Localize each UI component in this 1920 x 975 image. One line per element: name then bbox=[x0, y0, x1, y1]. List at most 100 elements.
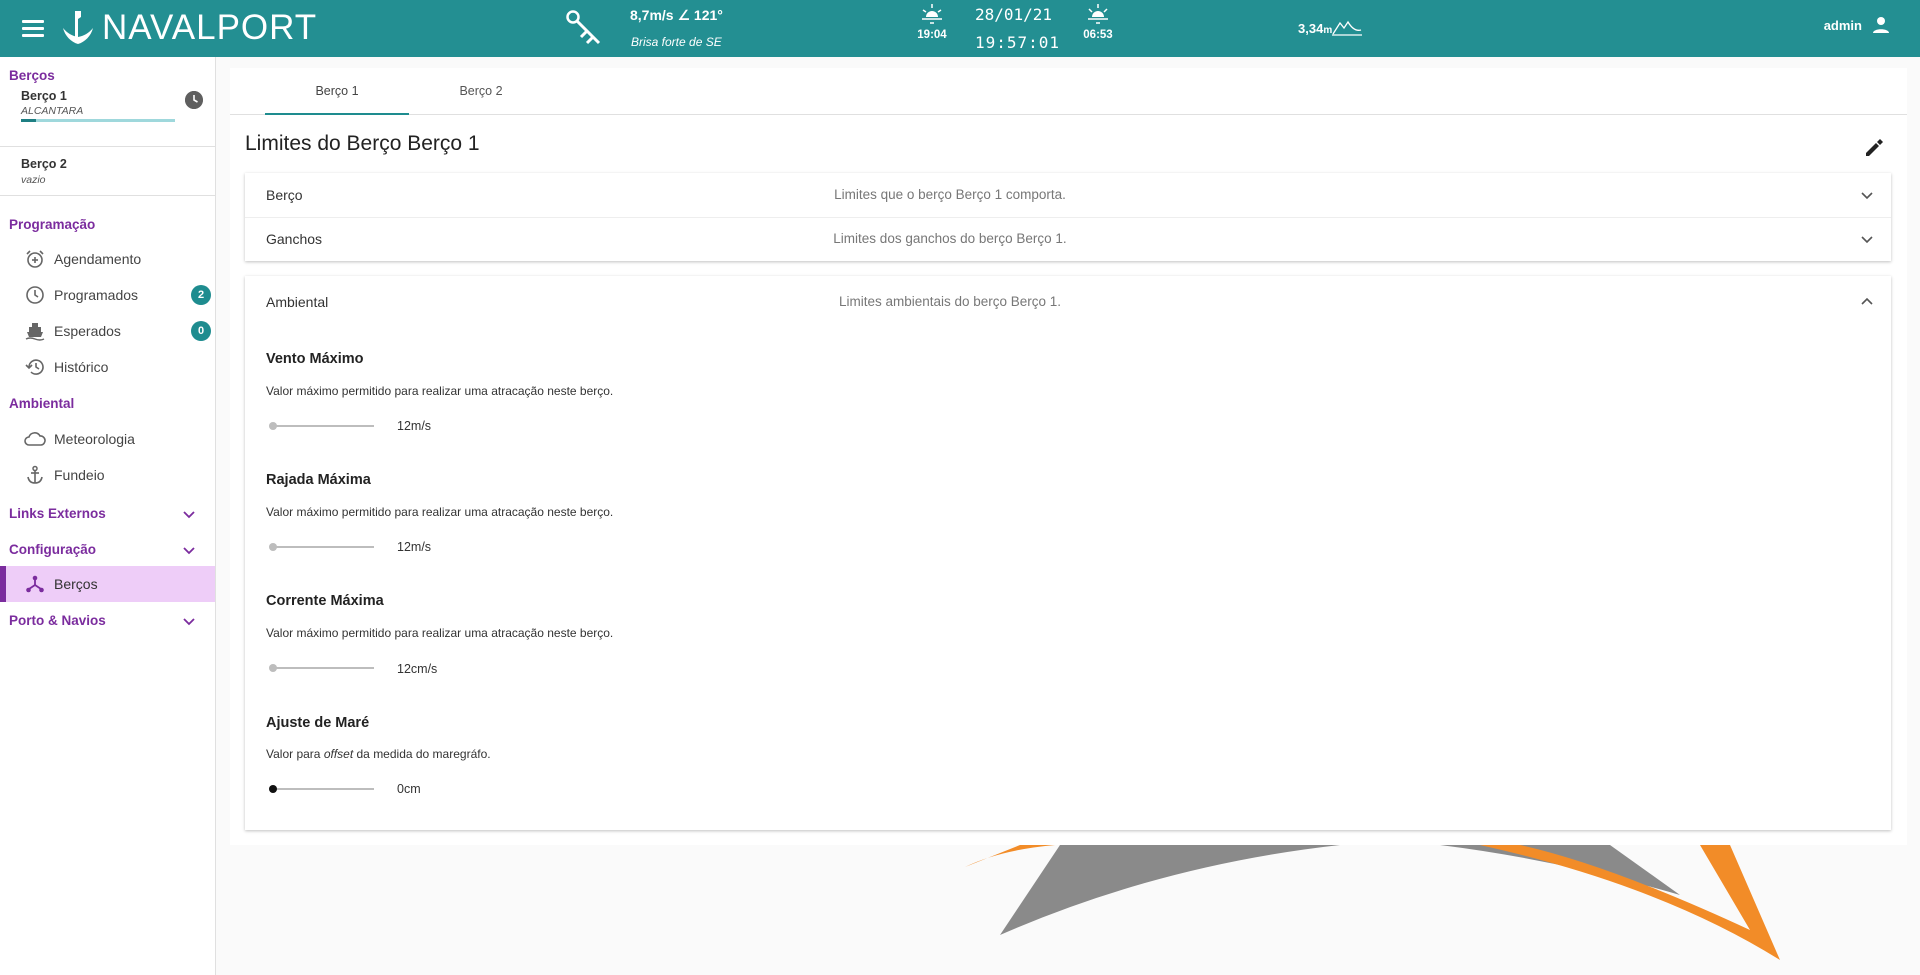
nav-item-meteorologia[interactable]: Meteorologia bbox=[0, 424, 215, 454]
panel-title: Ambiental bbox=[266, 294, 329, 310]
tide-wave-icon bbox=[1332, 20, 1363, 36]
berth-ship: vazio bbox=[21, 174, 46, 186]
slider-value: 12cm/s bbox=[397, 662, 438, 676]
section-title-programacao: Programação bbox=[9, 217, 96, 232]
main-content: Berço 1 Berço 2 Limites do Berço Berço 1… bbox=[230, 68, 1907, 845]
nav-label: Berços bbox=[54, 576, 98, 592]
chevron-down-icon bbox=[1861, 192, 1873, 200]
panel-ganchos[interactable]: Ganchos Limites dos ganchos do berço Ber… bbox=[245, 217, 1891, 261]
limit-description: Valor para offset da medida do maregráfo… bbox=[266, 747, 491, 761]
ship-icon bbox=[24, 320, 46, 342]
tab-berco-1[interactable]: Berço 1 bbox=[265, 68, 409, 115]
cloud-icon bbox=[24, 428, 46, 450]
panel-description: Limites ambientais do berço Berço 1. bbox=[838, 294, 1062, 309]
panel-ambiental[interactable]: Ambiental Limites ambientais do berço Be… bbox=[245, 280, 1891, 324]
wind-description: Brisa forte de SE bbox=[631, 35, 722, 49]
tide-level: 3,34 m bbox=[1298, 18, 1363, 36]
limit-description: Valor máximo permitido para realizar uma… bbox=[266, 384, 614, 398]
nav-item-historico[interactable]: Histórico bbox=[0, 352, 215, 382]
limit-title-rajada: Rajada Máxima bbox=[266, 472, 371, 488]
edit-pencil-icon[interactable] bbox=[1862, 136, 1886, 160]
clock-icon bbox=[24, 284, 46, 306]
sunrise-time: 06:53 bbox=[1083, 29, 1113, 41]
desc-em: offset bbox=[323, 747, 354, 761]
limit-title-vento: Vento Máximo bbox=[266, 351, 364, 367]
desc-pre: Valor para bbox=[266, 747, 324, 761]
chevron-down-icon bbox=[183, 618, 195, 626]
slider-value: 12m/s bbox=[397, 419, 432, 433]
divider bbox=[0, 195, 215, 196]
current-date: 28/01/21 bbox=[975, 5, 1053, 24]
section-title-links-externos: Links Externos bbox=[9, 506, 106, 521]
ajuste-mare-slider[interactable] bbox=[266, 779, 378, 799]
panel-title: Berço bbox=[266, 187, 303, 203]
rajada-maxima-slider[interactable] bbox=[266, 537, 378, 557]
chevron-down-icon bbox=[183, 511, 195, 519]
section-title-bercos: Berços bbox=[9, 68, 55, 83]
vento-maximo-slider[interactable] bbox=[266, 416, 378, 436]
schedule-clock-icon[interactable] bbox=[185, 91, 203, 109]
chevron-up-icon bbox=[1861, 297, 1873, 305]
limit-description: Valor máximo permitido para realizar uma… bbox=[266, 626, 614, 640]
nav-label: Agendamento bbox=[54, 251, 142, 267]
section-title-configuracao: Configuração bbox=[9, 542, 97, 557]
berth-occupancy-bar bbox=[21, 119, 175, 122]
configuracao-toggle[interactable]: Configuração bbox=[0, 539, 215, 563]
anchor-icon bbox=[24, 464, 46, 486]
user-name: admin bbox=[1823, 17, 1862, 33]
nav-label: Esperados bbox=[54, 323, 121, 339]
nav-item-bercos[interactable]: Berços bbox=[0, 566, 215, 602]
sunrise-icon bbox=[1088, 4, 1108, 24]
nav-item-agendamento[interactable]: Agendamento bbox=[0, 244, 215, 274]
tide-unit: m bbox=[1323, 25, 1333, 36]
alarm-add-icon bbox=[24, 248, 46, 270]
nav-label: Histórico bbox=[54, 359, 109, 375]
section-title-porto-navios: Porto & Navios bbox=[9, 613, 106, 628]
limit-title-mare: Ajuste de Maré bbox=[266, 715, 370, 731]
slider-value: 0cm bbox=[397, 782, 421, 796]
sunset-icon bbox=[922, 4, 942, 24]
corrente-maxima-slider[interactable] bbox=[266, 658, 378, 678]
page-title: Limites do Berço Berço 1 bbox=[245, 132, 480, 155]
porto-navios-toggle[interactable]: Porto & Navios bbox=[0, 610, 215, 634]
desc-post: da medida do maregráfo. bbox=[353, 747, 491, 761]
panel-berco[interactable]: Berço Limites que o berço Berço 1 compor… bbox=[245, 173, 1891, 217]
ambiental-panel-card: Ambiental Limites ambientais do berço Be… bbox=[245, 276, 1891, 830]
user-menu[interactable]: admin bbox=[1824, 16, 1890, 34]
berth-item-1[interactable]: Berço 1 ALCANTARA bbox=[0, 83, 215, 143]
section-title-ambiental: Ambiental bbox=[9, 396, 75, 411]
top-app-bar: NAVALPORT 8,7m/s ∠ 121° Brisa forte de S… bbox=[0, 0, 1920, 57]
count-badge: 2 bbox=[191, 285, 211, 305]
sunrise-block: 06:53 bbox=[1078, 3, 1118, 41]
wind-reading: 8,7m/s ∠ 121° bbox=[630, 7, 723, 23]
collapsed-panels-card: Berço Limites que o berço Berço 1 compor… bbox=[245, 173, 1891, 261]
menu-icon[interactable] bbox=[22, 16, 44, 40]
limit-title-corrente: Corrente Máxima bbox=[266, 593, 384, 609]
links-externos-toggle[interactable]: Links Externos bbox=[0, 503, 215, 527]
slider-value: 12m/s bbox=[397, 540, 432, 554]
sunset-time: 19:04 bbox=[917, 29, 947, 41]
tab-berco-2[interactable]: Berço 2 bbox=[409, 68, 553, 114]
nav-label: Programados bbox=[54, 287, 139, 303]
nav-item-fundeio[interactable]: Fundeio bbox=[0, 460, 215, 490]
limit-description: Valor máximo permitido para realizar uma… bbox=[266, 505, 614, 519]
app-logo[interactable]: NAVALPORT bbox=[60, 8, 317, 48]
tide-value: 3,34 bbox=[1298, 21, 1324, 36]
navalport-watermark-logo bbox=[965, 845, 1780, 960]
nav-item-esperados[interactable]: Esperados 0 bbox=[0, 316, 215, 346]
nav-label: Meteorologia bbox=[54, 431, 135, 447]
berth-ship: ALCANTARA bbox=[21, 105, 84, 117]
panel-description: Limites que o berço Berço 1 comporta. bbox=[834, 187, 1066, 202]
sidebar: Berços Berço 1 ALCANTARA Berço 2 vazio P… bbox=[0, 57, 216, 975]
berth-item-2[interactable]: Berço 2 vazio bbox=[0, 147, 215, 193]
person-icon bbox=[1873, 17, 1889, 33]
anchor-logo-icon bbox=[63, 11, 93, 44]
wind-arrow-icon bbox=[566, 10, 601, 45]
berth-network-icon bbox=[24, 573, 46, 595]
count-badge: 0 bbox=[191, 321, 211, 341]
berth-tabs: Berço 1 Berço 2 bbox=[230, 68, 1907, 115]
nav-item-programados[interactable]: Programados 2 bbox=[0, 280, 215, 310]
current-time: 19:57:01 bbox=[975, 33, 1061, 52]
sunset-block: 19:04 bbox=[912, 3, 952, 41]
history-icon bbox=[24, 356, 46, 378]
